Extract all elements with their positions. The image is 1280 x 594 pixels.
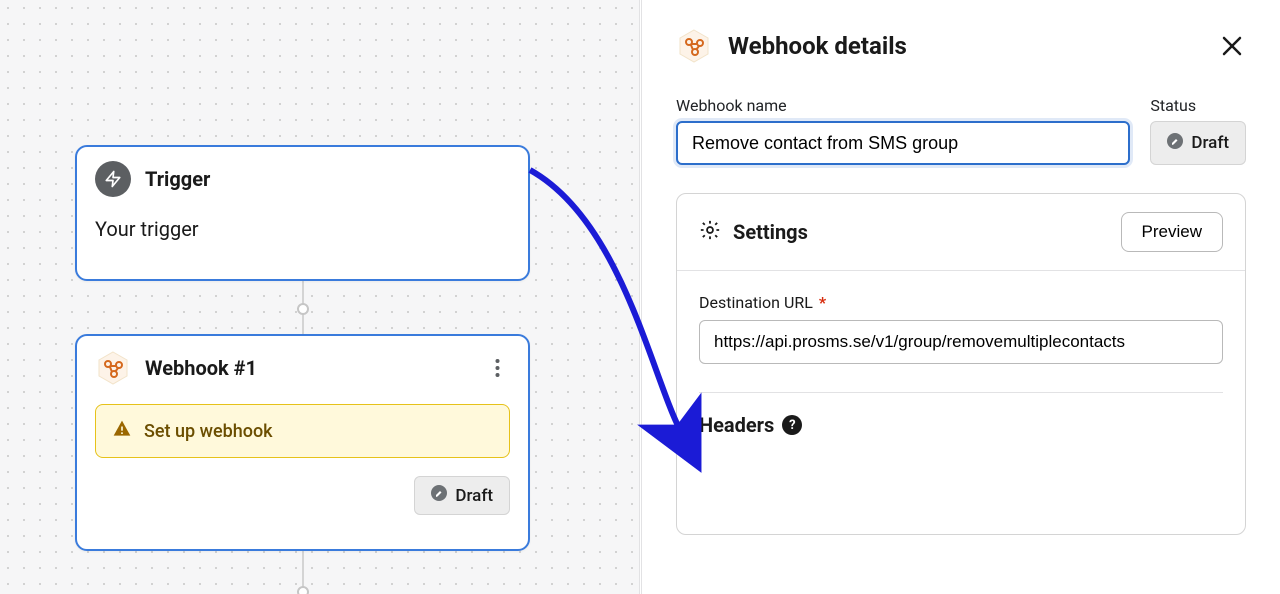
status-badge: Draft	[1150, 121, 1246, 165]
settings-section: Settings Preview Destination URL* Header…	[676, 193, 1246, 535]
status-text: Draft	[455, 486, 493, 506]
workflow-canvas[interactable]: Trigger Your trigger Webhook #1	[0, 0, 640, 594]
alert-text: Set up webhook	[144, 421, 273, 442]
status-text: Draft	[1191, 133, 1229, 153]
divider	[699, 392, 1223, 393]
trigger-title: Trigger	[145, 167, 210, 191]
close-button[interactable]	[1218, 32, 1246, 60]
destination-url-input[interactable]	[699, 320, 1223, 364]
headers-title: Headers	[699, 413, 774, 437]
webhook-details-panel: Webhook details Webhook name Status Draf…	[641, 0, 1280, 594]
draft-icon	[1167, 133, 1183, 154]
help-icon[interactable]: ?	[782, 415, 802, 435]
connector-node[interactable]	[297, 303, 309, 315]
webhook-card-title: Webhook #1	[145, 356, 470, 380]
connector-node[interactable]	[297, 586, 309, 594]
lightning-icon	[95, 161, 131, 197]
warning-icon	[112, 419, 132, 443]
webhook-card[interactable]: Webhook #1 Set up webhook Draft	[75, 334, 530, 551]
trigger-card[interactable]: Trigger Your trigger	[75, 145, 530, 281]
setup-alert[interactable]: Set up webhook	[95, 404, 510, 458]
gear-icon	[699, 219, 721, 245]
preview-button[interactable]: Preview	[1121, 212, 1223, 252]
webhook-icon	[676, 28, 712, 64]
webhook-icon	[95, 350, 131, 386]
status-label: Status	[1150, 96, 1246, 115]
settings-title: Settings	[733, 220, 1109, 244]
destination-url-label: Destination URL*	[699, 293, 1223, 312]
webhook-name-input[interactable]	[676, 121, 1130, 165]
draft-icon	[431, 485, 447, 506]
name-label: Webhook name	[676, 96, 1130, 115]
more-options-button[interactable]	[484, 355, 510, 381]
status-badge: Draft	[414, 476, 510, 515]
panel-title: Webhook details	[728, 32, 1202, 60]
trigger-subtitle: Your trigger	[95, 217, 510, 241]
